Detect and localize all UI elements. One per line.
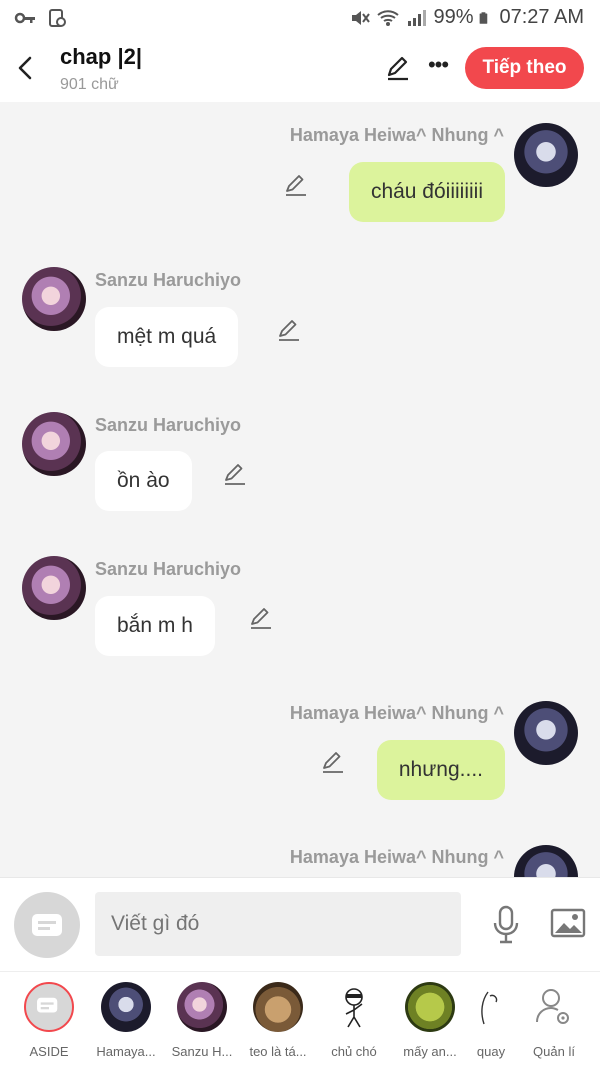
edit-pencil-icon[interactable] bbox=[384, 54, 412, 82]
image-upload-icon[interactable] bbox=[550, 908, 586, 938]
sim-icon bbox=[49, 9, 66, 27]
page-title: chap |2| bbox=[60, 44, 143, 69]
sender-name: Hamaya Heiwa^ Nhung ^ bbox=[289, 703, 504, 723]
sender-name: Hamaya Heiwa^ Nhung ^ bbox=[289, 847, 504, 867]
word-count: 901 chữ bbox=[60, 76, 119, 93]
message-bubble[interactable]: bắn m h bbox=[95, 596, 215, 656]
stick-figure-icon bbox=[345, 988, 363, 1028]
message-bubble[interactable]: cháu đóiiiiiiii bbox=[348, 162, 505, 222]
character-sanzu[interactable]: Sanzu H... bbox=[164, 982, 240, 1059]
character-label: chủ chó bbox=[331, 1044, 377, 1059]
back-arrow-icon[interactable] bbox=[12, 52, 40, 84]
character-label: Hamaya... bbox=[96, 1044, 156, 1059]
sender-name: Sanzu Haruchiyo bbox=[95, 559, 242, 579]
message-bubble[interactable]: ồn ào bbox=[95, 451, 192, 511]
character-hamaya[interactable]: Hamaya... bbox=[88, 982, 164, 1059]
avatar bbox=[329, 982, 379, 1032]
character-bar: ASIDE Hamaya... Sanzu H... teo là tá... … bbox=[0, 971, 600, 1067]
battery-percent: 99% bbox=[433, 6, 474, 28]
avatar[interactable] bbox=[514, 701, 578, 765]
user-settings-icon bbox=[536, 989, 569, 1024]
avatar bbox=[466, 982, 516, 1032]
chat-bubble-icon bbox=[37, 997, 58, 1013]
avatar[interactable] bbox=[22, 556, 86, 620]
character-label: Sanzu H... bbox=[171, 1044, 233, 1059]
avatar[interactable] bbox=[22, 412, 86, 476]
chapter-header: chap |2| 901 chữ ••• Tiếp theo bbox=[0, 36, 600, 102]
message-bubble[interactable]: mệt m quá bbox=[95, 307, 239, 367]
character-label: Quản lí bbox=[533, 1044, 575, 1059]
avatar bbox=[529, 982, 579, 1032]
next-chapter-button[interactable]: Tiếp theo bbox=[465, 47, 584, 89]
status-bar: 99% 07:27 AM bbox=[0, 0, 600, 36]
clock: 07:27 AM bbox=[499, 6, 584, 28]
character-chu-cho[interactable]: chủ chó bbox=[316, 982, 392, 1059]
microphone-icon[interactable] bbox=[490, 904, 522, 944]
key-icon bbox=[14, 12, 35, 24]
edit-pencil-icon[interactable] bbox=[276, 317, 302, 343]
sender-name: Sanzu Haruchiyo bbox=[95, 415, 242, 435]
sketch-icon bbox=[481, 991, 498, 1025]
message-input[interactable] bbox=[95, 892, 461, 956]
avatar bbox=[405, 982, 455, 1032]
edit-pencil-icon[interactable] bbox=[248, 605, 274, 631]
aside-toggle-button[interactable] bbox=[14, 892, 80, 958]
mute-icon bbox=[352, 10, 371, 25]
character-teo[interactable]: teo là tá... bbox=[240, 982, 316, 1059]
chat-bubble-icon bbox=[32, 914, 62, 936]
chat-area: Hamaya Heiwa^ Nhung ^ cháu đóiiiiiiii Sa… bbox=[0, 102, 600, 877]
battery-icon bbox=[480, 11, 488, 24]
edit-pencil-icon[interactable] bbox=[320, 749, 346, 775]
edit-pencil-icon[interactable] bbox=[222, 461, 248, 487]
edit-pencil-icon[interactable] bbox=[283, 172, 309, 198]
avatar bbox=[177, 982, 227, 1032]
wifi-icon bbox=[377, 9, 400, 26]
avatar[interactable] bbox=[514, 845, 578, 877]
manage-characters[interactable]: Quản lí bbox=[516, 982, 592, 1059]
aside-avatar bbox=[24, 982, 74, 1032]
message-composer bbox=[0, 877, 600, 971]
message-bubble[interactable]: nhưng.... bbox=[376, 740, 505, 800]
avatar[interactable] bbox=[22, 267, 86, 331]
character-aside[interactable]: ASIDE bbox=[11, 982, 87, 1059]
character-label: ASIDE bbox=[29, 1044, 69, 1059]
sender-name: Hamaya Heiwa^ Nhung ^ bbox=[289, 125, 504, 145]
sender-name: Sanzu Haruchiyo bbox=[95, 270, 242, 290]
avatar[interactable] bbox=[514, 123, 578, 187]
character-label: teo là tá... bbox=[249, 1044, 307, 1059]
avatar bbox=[253, 982, 303, 1032]
signal-icon bbox=[408, 9, 427, 26]
more-options-icon[interactable]: ••• bbox=[424, 54, 452, 82]
avatar bbox=[101, 982, 151, 1032]
